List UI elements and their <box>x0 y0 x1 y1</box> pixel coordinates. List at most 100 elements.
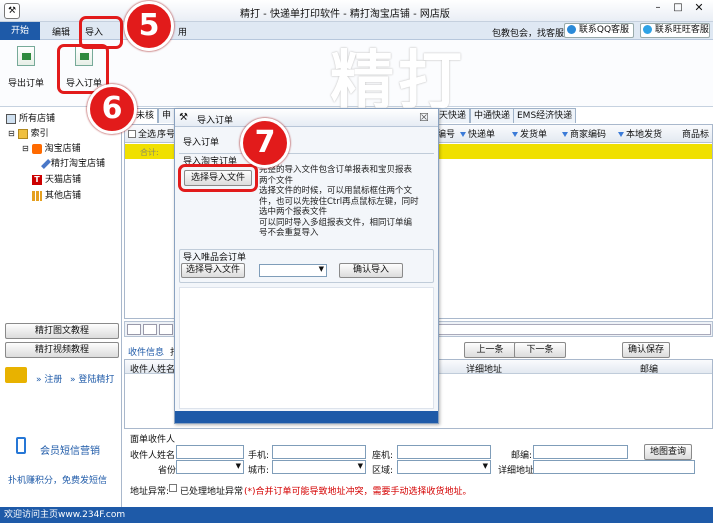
dialog-help-text: 完整的导入文件包含订单报表和宝贝报表 两个文件 选择文件的时候，可以用鼠标框住两… <box>259 165 434 239</box>
tree-taobao-store-label: 淘宝店铺 <box>44 144 81 154</box>
monitor-icon <box>6 113 16 124</box>
address-input[interactable] <box>533 460 695 474</box>
help-line: 两个文件 <box>259 175 294 186</box>
register-link[interactable]: » 注册 <box>36 372 62 385</box>
tab-tiantian-express[interactable]: 天快递 <box>435 108 471 123</box>
city-label: 城市: <box>248 466 270 476</box>
tree-index-label: 索引 <box>30 129 49 139</box>
hscroll-btn-1[interactable] <box>127 324 141 335</box>
tree-root-label: 所有店铺 <box>19 114 56 124</box>
window-title: 精打 - 快递单打印软件 - 精打淘宝店铺 - 网店版 <box>240 9 450 20</box>
annotation-badge-6: 6 <box>87 84 137 134</box>
minimize-button[interactable]: – <box>650 2 666 16</box>
wangwang-icon <box>643 25 652 34</box>
phone-icon <box>16 437 26 454</box>
dialog-empty-area <box>179 287 434 409</box>
col-delivery-slip[interactable]: 发货单 <box>512 127 547 143</box>
wangwang-service-button[interactable]: 联系旺旺客服 <box>640 23 710 38</box>
dropdown-arrow-icon: ▼ <box>482 462 488 470</box>
collapse-icon: ⊟ <box>22 144 29 153</box>
help-line: 件，也可以先按住Ctrl再点鼠标左键，同时 <box>259 196 419 207</box>
qq-service-button[interactable]: 联系QQ客服 <box>564 23 634 38</box>
col-product-label: 商品标 <box>682 130 710 140</box>
col-local-shipping[interactable]: 本地发货 <box>618 127 662 143</box>
phone-label: 手机: <box>248 451 270 461</box>
col-receiver-name: 收件人姓名 <box>130 365 176 375</box>
import-dialog: ⚒ 导入订单 ☒ 导入订单 导入淘宝订单 选择导入文件 完整的导入文件包含订单报… <box>174 108 439 424</box>
tab-apply[interactable]: 申 <box>158 108 176 123</box>
menu-edit[interactable]: 编辑 <box>52 25 70 38</box>
details-tab-receiver[interactable]: 收件信息 <box>128 345 164 358</box>
maximize-button[interactable]: □ <box>670 2 686 16</box>
help-line: 可以同时导入多组报表文件，相同订单编 <box>259 217 413 228</box>
folder-icon <box>17 128 28 139</box>
vip-store-select[interactable]: ▼ <box>259 264 327 277</box>
abnormal-label: 地址异常: <box>130 487 170 497</box>
menu-hidden-tab[interactable]: 用 <box>178 25 187 38</box>
col-postcode: 邮编 <box>640 365 659 375</box>
sms-promo-text: 扑机赚积分，免费发短信 <box>8 476 108 486</box>
dropdown-arrow-icon: ▼ <box>318 265 324 273</box>
register-label: 注册 <box>44 375 63 385</box>
tree-other-store[interactable]: 其他店铺 <box>32 188 81 201</box>
dialog-title: 导入订单 <box>197 116 234 126</box>
processed-checkbox[interactable] <box>169 484 177 492</box>
annotation-badge-7: 7 <box>240 118 290 168</box>
vip-select-file-button[interactable]: 选择导入文件 <box>181 263 245 278</box>
video-tutorial-button[interactable]: 精打视频教程 <box>5 342 119 358</box>
next-button[interactable]: 下一条 <box>514 342 566 358</box>
province-select[interactable]: ▼ <box>176 460 244 474</box>
form-section-title: 面单收件人 <box>130 435 176 445</box>
dialog-icon: ⚒ <box>179 112 188 123</box>
filter-icon <box>618 132 624 137</box>
tmall-icon: T <box>32 174 42 185</box>
qq-icon <box>567 25 576 34</box>
help-line: 选择文件的时候，可以用鼠标框住两个文 <box>259 186 413 196</box>
tab-zhongtong-express[interactable]: 中通快递 <box>470 108 515 123</box>
hscroll-btn-3[interactable] <box>159 324 173 335</box>
tree-other-store-label: 其他店铺 <box>45 191 82 201</box>
tree-root[interactable]: 所有店铺 <box>6 111 55 124</box>
app-logo-icon: ⚒ <box>4 3 20 19</box>
export-orders-button[interactable]: 导出订单 <box>4 46 48 92</box>
tab-ems-express[interactable]: EMS经济快递 <box>513 108 577 123</box>
name-input[interactable] <box>176 445 244 459</box>
login-label: 登陆精打 <box>78 375 115 385</box>
tree-tmall-store[interactable]: T 天猫店铺 <box>32 172 81 185</box>
row-total-label: 合计: <box>140 148 159 157</box>
tree-taobao-store[interactable]: ⊟ 淘宝店铺 <box>22 141 81 154</box>
filter-icon <box>460 132 466 137</box>
menu-start[interactable]: 开始 <box>0 22 40 40</box>
col-product[interactable]: 商品标 <box>682 127 709 143</box>
landline-input[interactable] <box>397 445 491 459</box>
col-merchant-code[interactable]: 商家编码 <box>562 127 606 143</box>
dialog-close-button[interactable]: ☒ <box>419 111 429 124</box>
col-number-label: 编号 <box>437 130 456 140</box>
col-express-slip[interactable]: 快递单 <box>460 127 495 143</box>
filter-bar[interactable] <box>432 324 711 335</box>
user-card-icon <box>5 367 27 383</box>
postcode-label: 邮编: <box>511 451 533 461</box>
city-select[interactable]: ▼ <box>272 460 366 474</box>
col-merchant-code-label: 商家编码 <box>570 130 607 140</box>
select-all-checkbox[interactable] <box>128 130 136 138</box>
dialog-title-bar: ⚒ 导入订单 ☒ <box>175 109 438 127</box>
sms-marketing-link[interactable]: 会员短信营销 <box>40 442 100 457</box>
confirm-save-button[interactable]: 确认保存 <box>622 342 670 358</box>
col-number[interactable]: 编号 <box>437 127 455 143</box>
district-select[interactable]: ▼ <box>397 460 491 474</box>
tree-jingda-store[interactable]: 精打淘宝店铺 <box>41 156 105 169</box>
login-link[interactable]: » 登陆精打 <box>70 372 114 385</box>
hscroll-btn-2[interactable] <box>143 324 157 335</box>
postcode-input[interactable] <box>533 445 628 459</box>
phone-input[interactable] <box>272 445 366 459</box>
prev-button[interactable]: 上一条 <box>464 342 516 358</box>
graphic-tutorial-button[interactable]: 精打图文教程 <box>5 323 119 339</box>
col-local-shipping-label: 本地发货 <box>626 130 663 140</box>
tree-index[interactable]: ⊟ 索引 <box>8 126 49 139</box>
confirm-import-button[interactable]: 确认导入 <box>339 263 403 278</box>
status-bar: 欢迎访问主页www.234F.com <box>0 507 713 523</box>
annotation-box-select-file <box>178 164 258 192</box>
map-query-button[interactable]: 地图查询 <box>644 444 692 460</box>
close-window-button[interactable]: ✕ <box>690 1 708 15</box>
